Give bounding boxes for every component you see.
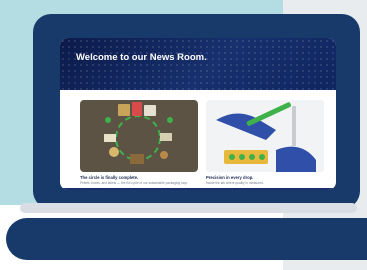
news-card[interactable]: The circle is finally complete. Pellets,… [80,100,198,185]
news-card-image[interactable] [206,100,324,172]
laptop-hinge [20,203,357,213]
banner-pattern [60,38,336,90]
footer-bar [60,188,336,190]
laboratory-pipette-illustration [206,100,324,172]
news-card-title[interactable]: Precision in every drop. [206,175,324,180]
page-title: Welcome to our News Room. [76,52,207,63]
news-room-banner: Welcome to our News Room. [60,38,336,90]
news-card-excerpt: Inside the lab where quality is measured… [206,181,264,185]
laptop-base [6,218,367,260]
news-card[interactable]: Precision in every drop. Inside the lab … [206,100,324,185]
news-card-title[interactable]: The circle is finally complete. [80,175,198,180]
news-card-excerpt: Pellets, boxes, and labels — the full cy… [80,181,188,185]
recycling-cycle-illustration [104,102,173,164]
laptop-display: Welcome to our News Room. The circle is … [60,38,336,190]
news-card-image[interactable] [80,100,198,172]
